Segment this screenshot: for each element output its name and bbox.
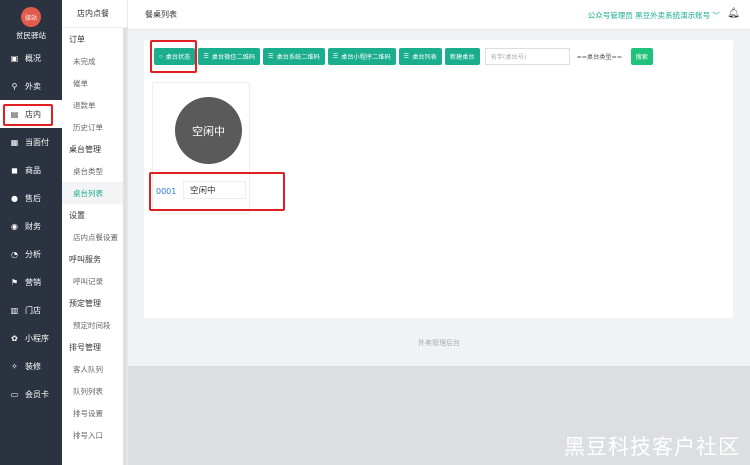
sidebar-item-label: 门店 — [25, 305, 41, 315]
list-icon: ☰ — [403, 54, 410, 60]
table-status-button[interactable]: ○ 桌台状态 — [154, 48, 196, 65]
submenu-item-refund[interactable]: 退款单 — [62, 94, 127, 116]
submenu-item-call-records[interactable]: 呼叫记录 — [62, 270, 127, 292]
submenu: 店内点餐 订单 未完成 催单 退款单 历史订单 桌台管理 桌台类型 桌台列表 设… — [62, 0, 128, 465]
sidebar-item-membercard[interactable]: ▭ 会员卡 — [0, 380, 62, 408]
brand: 驿站 贫民驿站 — [0, 0, 62, 44]
miniapp-qrcode-button[interactable]: ☰ 桌台小程序二维码 — [327, 48, 396, 65]
table-type-select[interactable]: ==桌台类型== — [573, 48, 628, 65]
table-list-card: ○ 桌台状态 ☰ 桌台微信二维码 ☰ 桌台系统二维码 ☰ 桌台小程序二维码 ☰ 桌台列表 … — [144, 40, 733, 318]
overview-icon: ▣ — [10, 53, 19, 63]
search-input[interactable]: 名字(桌台号) — [484, 48, 570, 65]
sidebar-item-label: 装修 — [25, 361, 41, 371]
sidebar-item-miniapp[interactable]: ✿ 小程序 — [0, 324, 62, 352]
table-number[interactable]: 0001 — [156, 187, 176, 196]
submenu-title: 店内点餐 — [62, 0, 127, 28]
submenu-group-call: 呼叫服务 — [69, 254, 101, 264]
topbar: 餐桌列表 公众号管理员 黑豆外卖系统演示账号 ﹀ 🔔︎ — [128, 0, 750, 30]
sidebar-item-label: 财务 — [25, 221, 41, 231]
scooter-icon: ⚲ — [11, 81, 18, 91]
watermark: 黑豆科技客户社区 — [564, 435, 740, 459]
submenu-item-queue-list[interactable]: 队列列表 — [62, 380, 127, 402]
aftersale-icon: ● — [11, 193, 18, 203]
sidebar-item-goods[interactable]: ◼ 商品 — [0, 156, 62, 184]
list-icon: ☰ — [332, 54, 339, 60]
finance-icon: ◉ — [11, 221, 18, 231]
marketing-icon: ⚑ — [10, 277, 19, 287]
new-table-button[interactable]: 新建桌台 — [444, 48, 480, 65]
sidebar-item-instore[interactable]: ▤ 店内 — [0, 100, 62, 128]
sidebar-item-label: 售后 — [25, 193, 41, 203]
submenu-item-queue-settings[interactable]: 排号设置 — [62, 402, 127, 424]
button-label: 桌台小程序二维码 — [341, 54, 391, 61]
main-sidebar: 驿站 贫民驿站 ▣ 概况 ⚲ 外卖 ▤ 店内 ▦ 当面付 ◼ 商品 ● 售后 ◉ 财务 ◔ 分析… — [0, 0, 62, 465]
circle-icon: ○ — [159, 53, 163, 60]
sidebar-item-label: 外卖 — [25, 81, 41, 91]
page-title: 餐桌列表 — [145, 10, 177, 19]
sidebar-item-label: 营销 — [25, 277, 41, 287]
table-list-button[interactable]: ☰ 桌台列表 — [398, 48, 442, 65]
button-label: 新建桌台 — [449, 54, 475, 61]
search-button[interactable]: 搜索 — [630, 48, 653, 65]
sidebar-item-label: 分析 — [25, 249, 41, 259]
sidebar-item-label: 小程序 — [25, 333, 49, 343]
sidebar-item-aftersale[interactable]: ● 售后 — [0, 184, 62, 212]
table-status-circle: 空闲中 — [175, 97, 242, 164]
sidebar-item-shop[interactable]: ▥ 门店 — [0, 296, 62, 324]
button-label: 桌台微信二维码 — [211, 54, 256, 61]
sidebar-item-takeout[interactable]: ⚲ 外卖 — [0, 72, 62, 100]
sidebar-item-label: 店内 — [25, 109, 41, 119]
sidebar-item-analysis[interactable]: ◔ 分析 — [0, 240, 62, 268]
submenu-item-unfinished[interactable]: 未完成 — [62, 50, 127, 72]
submenu-group-orders: 订单 — [69, 34, 85, 44]
submenu-item-history[interactable]: 历史订单 — [62, 116, 127, 138]
brand-name: 贫民驿站 — [16, 31, 46, 40]
brand-logo-text: 驿站 — [24, 14, 37, 22]
submenu-group-tables: 桌台管理 — [69, 144, 101, 154]
toolbar: ○ 桌台状态 ☰ 桌台微信二维码 ☰ 桌台系统二维码 ☰ 桌台小程序二维码 ☰ 桌台列表 … — [154, 48, 653, 65]
submenu-item-queue-entry[interactable]: 排号入口 — [62, 424, 127, 446]
sidebar-item-label: 当面付 — [25, 137, 49, 147]
system-qrcode-button[interactable]: ☰ 桌台系统二维码 — [263, 48, 325, 65]
submenu-group-reservation: 预定管理 — [69, 298, 101, 308]
sidebar-item-label: 会员卡 — [25, 389, 49, 399]
submenu-item-instore-settings[interactable]: 店内点餐设置 — [62, 226, 127, 248]
submenu-group-settings: 设置 — [69, 210, 85, 220]
app-root: 驿站 贫民驿站 ▣ 概况 ⚲ 外卖 ▤ 店内 ▦ 当面付 ◼ 商品 ● 售后 ◉ 财务 ◔ 分析… — [0, 0, 750, 465]
sidebar-item-facepay[interactable]: ▦ 当面付 — [0, 128, 62, 156]
wechat-qrcode-button[interactable]: ☰ 桌台微信二维码 — [198, 48, 261, 65]
submenu-item-urge[interactable]: 催单 — [62, 72, 127, 94]
button-label: 桌台系统二维码 — [276, 54, 320, 61]
submenu-group-queue: 排号管理 — [69, 342, 101, 352]
brand-logo[interactable]: 驿站 — [21, 7, 41, 27]
submenu-item-table-list[interactable]: 桌台列表 — [62, 182, 127, 204]
sidebar-item-label: 商品 — [25, 165, 41, 175]
pay-icon: ▦ — [10, 137, 19, 147]
decorate-icon: ✧ — [11, 361, 18, 371]
sidebar-item-label: 概况 — [25, 53, 41, 63]
store-icon: ▤ — [10, 109, 19, 119]
button-label: 桌台状态 — [165, 54, 191, 61]
list-icon: ☰ — [203, 54, 209, 60]
sidebar-item-decorate[interactable]: ✧ 装修 — [0, 352, 62, 380]
sidebar-item-finance[interactable]: ◉ 财务 — [0, 212, 62, 240]
submenu-item-reservation-time[interactable]: 预定时间段 — [62, 314, 127, 336]
shop-icon: ▥ — [10, 305, 19, 315]
goods-icon: ◼ — [11, 165, 18, 175]
submenu-scrollbar[interactable] — [123, 28, 127, 465]
submenu-item-table-type[interactable]: 桌台类型 — [62, 160, 127, 182]
miniapp-icon: ✿ — [11, 333, 18, 343]
bell-icon[interactable]: 🔔︎ — [727, 8, 740, 19]
list-icon: ☰ — [268, 54, 274, 60]
footer: 外卖管理后台 — [418, 339, 460, 347]
sidebar-item-marketing[interactable]: ⚑ 营销 — [0, 268, 62, 296]
button-label: 桌台列表 — [412, 54, 437, 61]
table-card[interactable]: 空闲中 0001 空闲中 — [152, 82, 250, 214]
member-card-icon: ▭ — [10, 389, 19, 399]
account-menu[interactable]: 公众号管理员 黑豆外卖系统演示账号 ﹀ — [588, 10, 720, 21]
submenu-item-guest-queue[interactable]: 客人队列 — [62, 358, 127, 380]
table-status-label: 空闲中 — [183, 181, 246, 199]
sidebar-item-overview[interactable]: ▣ 概况 — [0, 44, 62, 72]
analysis-icon: ◔ — [11, 249, 18, 259]
